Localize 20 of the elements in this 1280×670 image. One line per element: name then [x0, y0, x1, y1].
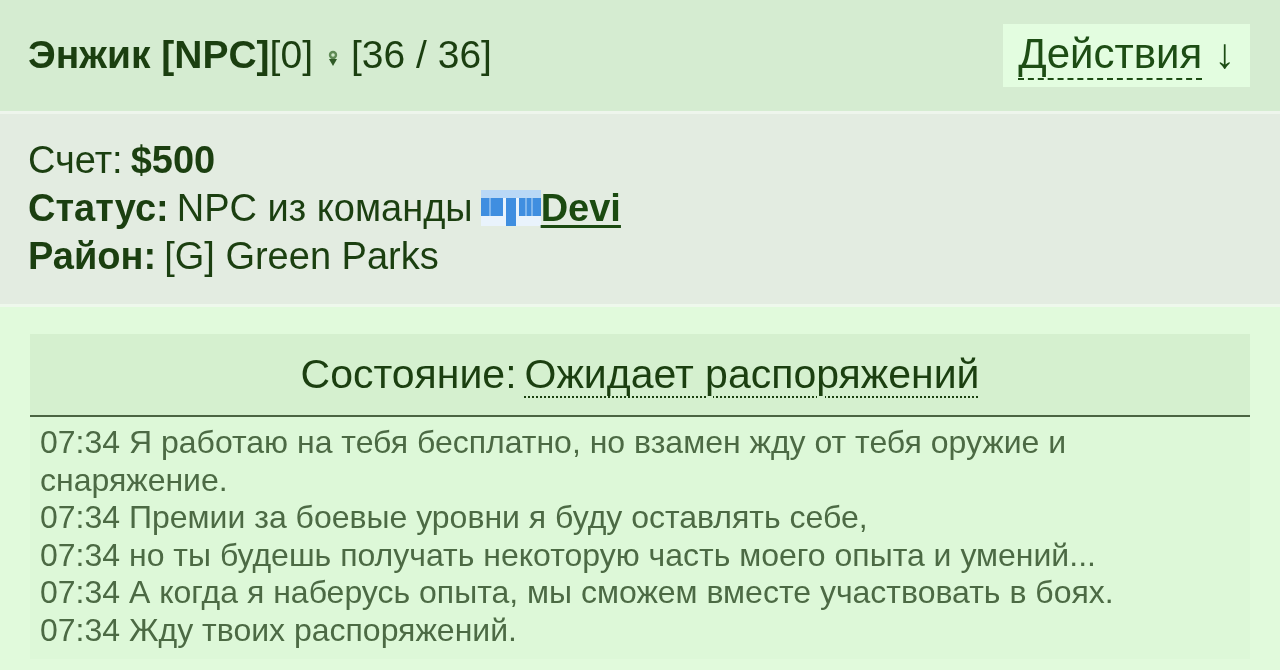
marker-icon [327, 50, 339, 67]
health-text: [36 / 36] [351, 32, 492, 79]
log-message: 07:34 но ты будешь получать некоторую часть моего опыта и умений... [40, 536, 1097, 574]
log-message: 07:34 А когда я наберусь опыта, мы сможем вместе участвовать в боях. [40, 574, 1115, 612]
actions-button[interactable]: Действия ↓ [1003, 24, 1250, 87]
account-label: Счет: [28, 138, 123, 183]
log-message: 07:34 Жду твоих распоряжений. [40, 611, 518, 649]
state-value[interactable]: Ожидает распоряжений [524, 343, 980, 406]
district-value: [G] Green Parks [164, 234, 439, 279]
log-message: 07:34 Премии за боевые уровни я буду оставлять себе, [40, 499, 869, 537]
team-logo-icon [480, 190, 541, 226]
team-link[interactable]: Devi [540, 184, 621, 232]
account-value: $500 [130, 138, 216, 183]
district-label: Район: [28, 234, 157, 279]
level-text: [0] [269, 32, 313, 79]
log-message: 07:34 Я работаю на тебя бесплатно, но взамен жду от тебя оружие и снаряжение. [40, 424, 1068, 499]
status-text: NPC из команды [176, 186, 473, 231]
npc-name: Энжик [NPC] [28, 32, 270, 79]
state-label: Состояние: [300, 349, 517, 399]
status-label: Статус: [28, 186, 169, 231]
